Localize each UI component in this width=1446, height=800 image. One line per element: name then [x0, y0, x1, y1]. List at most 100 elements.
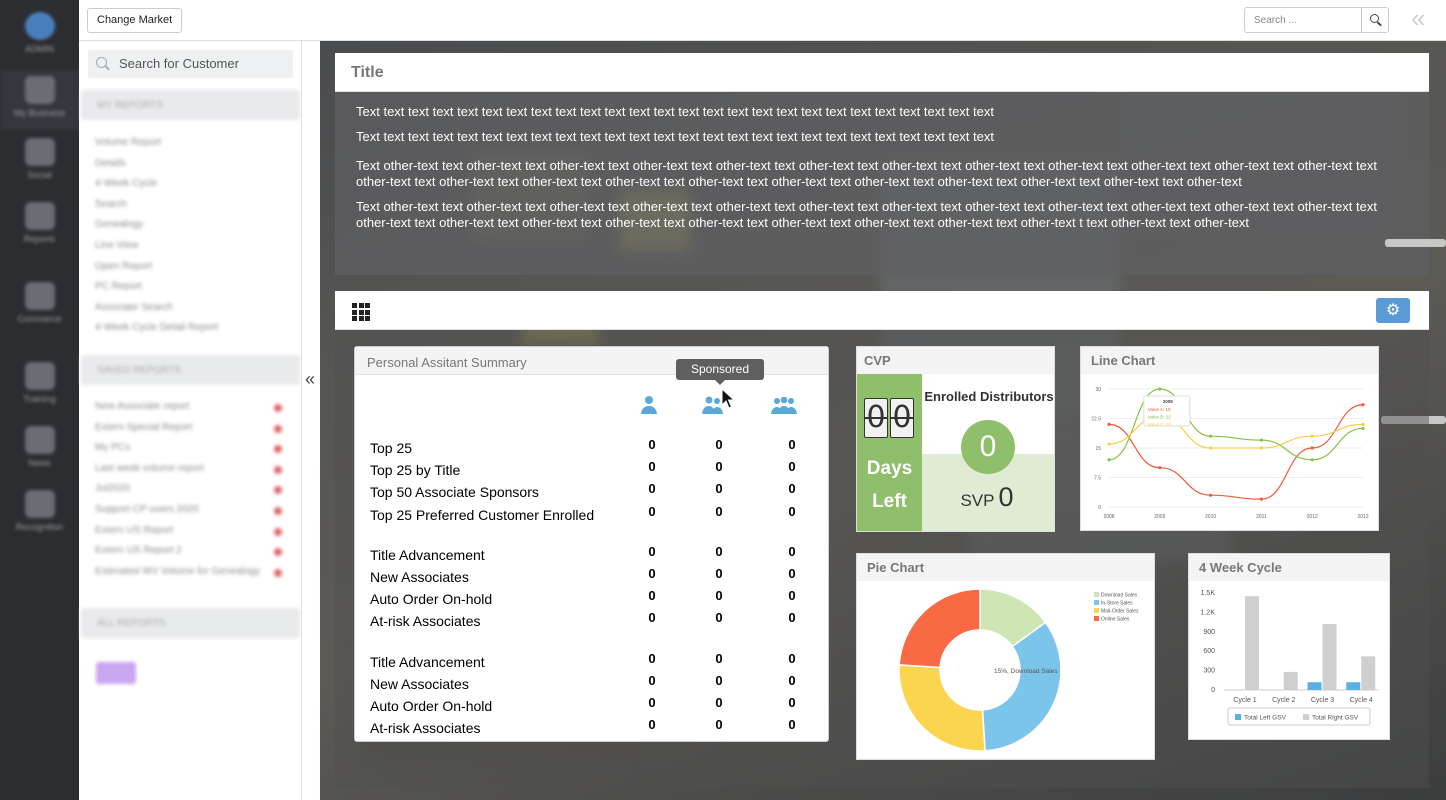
- paragraph: Text text text text text text text text …: [356, 104, 994, 119]
- summary-value[interactable]: 0: [642, 504, 662, 519]
- summary-value[interactable]: 0: [642, 695, 662, 710]
- scroll-handle[interactable]: [1385, 239, 1446, 247]
- summary-value[interactable]: 0: [782, 588, 802, 603]
- enrolled-distributors-count: 0: [961, 420, 1015, 474]
- summary-value[interactable]: 0: [709, 437, 729, 452]
- logo-icon[interactable]: ADMIN: [0, 12, 79, 64]
- bar-chart: 0 300 600 900 1.2K 1.5K Cycle 1 Cycle 2 Cycle 3 C…: [1201, 590, 1379, 726]
- grid-menu-icon[interactable]: [352, 303, 370, 321]
- summary-row-label[interactable]: At-risk Associates: [370, 720, 480, 736]
- summary-value[interactable]: 0: [782, 695, 802, 710]
- summary-row-label[interactable]: New Associates: [370, 676, 469, 692]
- summary-value[interactable]: 0: [709, 459, 729, 474]
- nav-item-recognition[interactable]: Recognition: [0, 490, 79, 540]
- summary-row-label[interactable]: Title Advancement: [370, 654, 485, 670]
- summary-value[interactable]: 0: [782, 504, 802, 519]
- summary-row-label[interactable]: Top 25 by Title: [370, 462, 460, 478]
- summary-value[interactable]: 0: [782, 481, 802, 496]
- data-point: [1107, 442, 1111, 446]
- summary-value[interactable]: 0: [782, 717, 802, 732]
- summary-value[interactable]: 0: [642, 459, 662, 474]
- summary-value[interactable]: 0: [709, 504, 729, 519]
- x-tick-label: Cycle 4: [1350, 697, 1373, 704]
- widget-title: Line Chart: [1081, 347, 1378, 374]
- week-cycle-widget: 4 Week Cycle 0 300 600 900 1.2K 1.5K Cycle 1 Cy…: [1188, 553, 1390, 740]
- change-market-button[interactable]: Change Market: [87, 8, 183, 33]
- legend-label: Total Left GSV: [1244, 715, 1287, 722]
- summary-value[interactable]: 0: [782, 459, 802, 474]
- legend-label: In-Store Sales: [1101, 601, 1133, 607]
- summary-row-label[interactable]: Auto Order On-hold: [370, 591, 492, 607]
- data-point: [1209, 446, 1213, 450]
- bar: [1307, 682, 1322, 690]
- tooltip-line: Value A: 10: [1148, 407, 1171, 412]
- card-title: Title: [351, 64, 384, 81]
- summary-value[interactable]: 0: [709, 588, 729, 603]
- bar: [1245, 596, 1259, 690]
- summary-row-label[interactable]: Top 25 Preferred Customer Enrolled: [370, 507, 594, 523]
- search-button[interactable]: [1361, 8, 1388, 32]
- x-tick-label: 2012: [1307, 514, 1318, 520]
- summary-value[interactable]: 0: [782, 544, 802, 559]
- summary-value[interactable]: 0: [642, 588, 662, 603]
- nav-item-my-business[interactable]: My Business: [0, 70, 79, 130]
- paragraph: Text other-text text other-text text oth…: [356, 199, 1377, 230]
- svp-label: SVP: [960, 491, 995, 510]
- data-point: [1259, 446, 1263, 450]
- summary-value[interactable]: 0: [709, 651, 729, 666]
- data-point: [1361, 426, 1365, 430]
- summary-value[interactable]: 0: [709, 695, 729, 710]
- enrolled-distributors-label: Enrolled Distributors: [924, 389, 1054, 404]
- paragraph: Text text text text text text text text …: [356, 129, 994, 144]
- summary-value[interactable]: 0: [782, 673, 802, 688]
- nav-item-training[interactable]: Training: [0, 362, 79, 412]
- summary-value[interactable]: 0: [709, 544, 729, 559]
- nav-item-news[interactable]: News: [0, 426, 79, 476]
- nav-item-commerce[interactable]: Commerce: [0, 282, 79, 346]
- cvp-widget: CVP 0 0 Days Left Enrolled Distributors S…: [856, 346, 1055, 532]
- summary-row-label[interactable]: Top 25: [370, 440, 412, 456]
- person-icon[interactable]: [638, 394, 660, 416]
- summary-value[interactable]: 0: [709, 481, 729, 496]
- summary-value[interactable]: 0: [709, 673, 729, 688]
- summary-row-label[interactable]: Auto Order On-hold: [370, 698, 492, 714]
- summary-row-label[interactable]: Top 50 Associate Sponsors: [370, 484, 539, 500]
- summary-value[interactable]: 0: [642, 651, 662, 666]
- customer-search-input[interactable]: Search for Customer: [88, 50, 293, 78]
- summary-value[interactable]: 0: [782, 437, 802, 452]
- group-icon[interactable]: [771, 394, 797, 416]
- summary-value[interactable]: 0: [782, 566, 802, 581]
- summary-value[interactable]: 0: [709, 566, 729, 581]
- nav-item-reports[interactable]: Reports: [0, 202, 79, 266]
- data-point: [1361, 403, 1365, 407]
- data-point: [1310, 434, 1314, 438]
- summary-value[interactable]: 0: [782, 610, 802, 625]
- summary-value[interactable]: 0: [642, 610, 662, 625]
- blurred-report-list: MY REPORTS Volume Report Details 4-Week Cy…: [79, 90, 302, 708]
- summary-row-label[interactable]: New Associates: [370, 569, 469, 585]
- summary-value[interactable]: 0: [642, 544, 662, 559]
- summary-value[interactable]: 0: [782, 651, 802, 666]
- y-tick-label: 15: [1095, 446, 1101, 452]
- summary-value[interactable]: 0: [642, 437, 662, 452]
- global-search-input[interactable]: Search ...: [1244, 7, 1389, 33]
- y-tick-label: 0: [1098, 505, 1101, 511]
- paragraph: Text other-text text other-text text oth…: [356, 158, 1377, 189]
- summary-value[interactable]: 0: [709, 717, 729, 732]
- top-bar: Change Market Search ... «: [79, 0, 1446, 41]
- bar: [1361, 656, 1376, 690]
- pie-chart-widget: Pie Chart 15%, Download Sales Download Sa…: [856, 553, 1155, 760]
- y-tick-label: 7.5: [1094, 476, 1101, 482]
- y-tick-label: 1.5K: [1201, 590, 1216, 597]
- summary-row-label[interactable]: At-risk Associates: [370, 613, 480, 629]
- settings-button[interactable]: ⚙: [1376, 298, 1410, 323]
- summary-value[interactable]: 0: [642, 717, 662, 732]
- summary-value[interactable]: 0: [642, 673, 662, 688]
- summary-row-label[interactable]: Title Advancement: [370, 547, 485, 563]
- nav-item-social[interactable]: Social: [0, 138, 79, 188]
- collapse-right-icon[interactable]: «: [1411, 5, 1425, 31]
- summary-value[interactable]: 0: [642, 481, 662, 496]
- summary-value[interactable]: 0: [709, 610, 729, 625]
- collapse-panel-icon[interactable]: «: [305, 370, 315, 388]
- summary-value[interactable]: 0: [642, 566, 662, 581]
